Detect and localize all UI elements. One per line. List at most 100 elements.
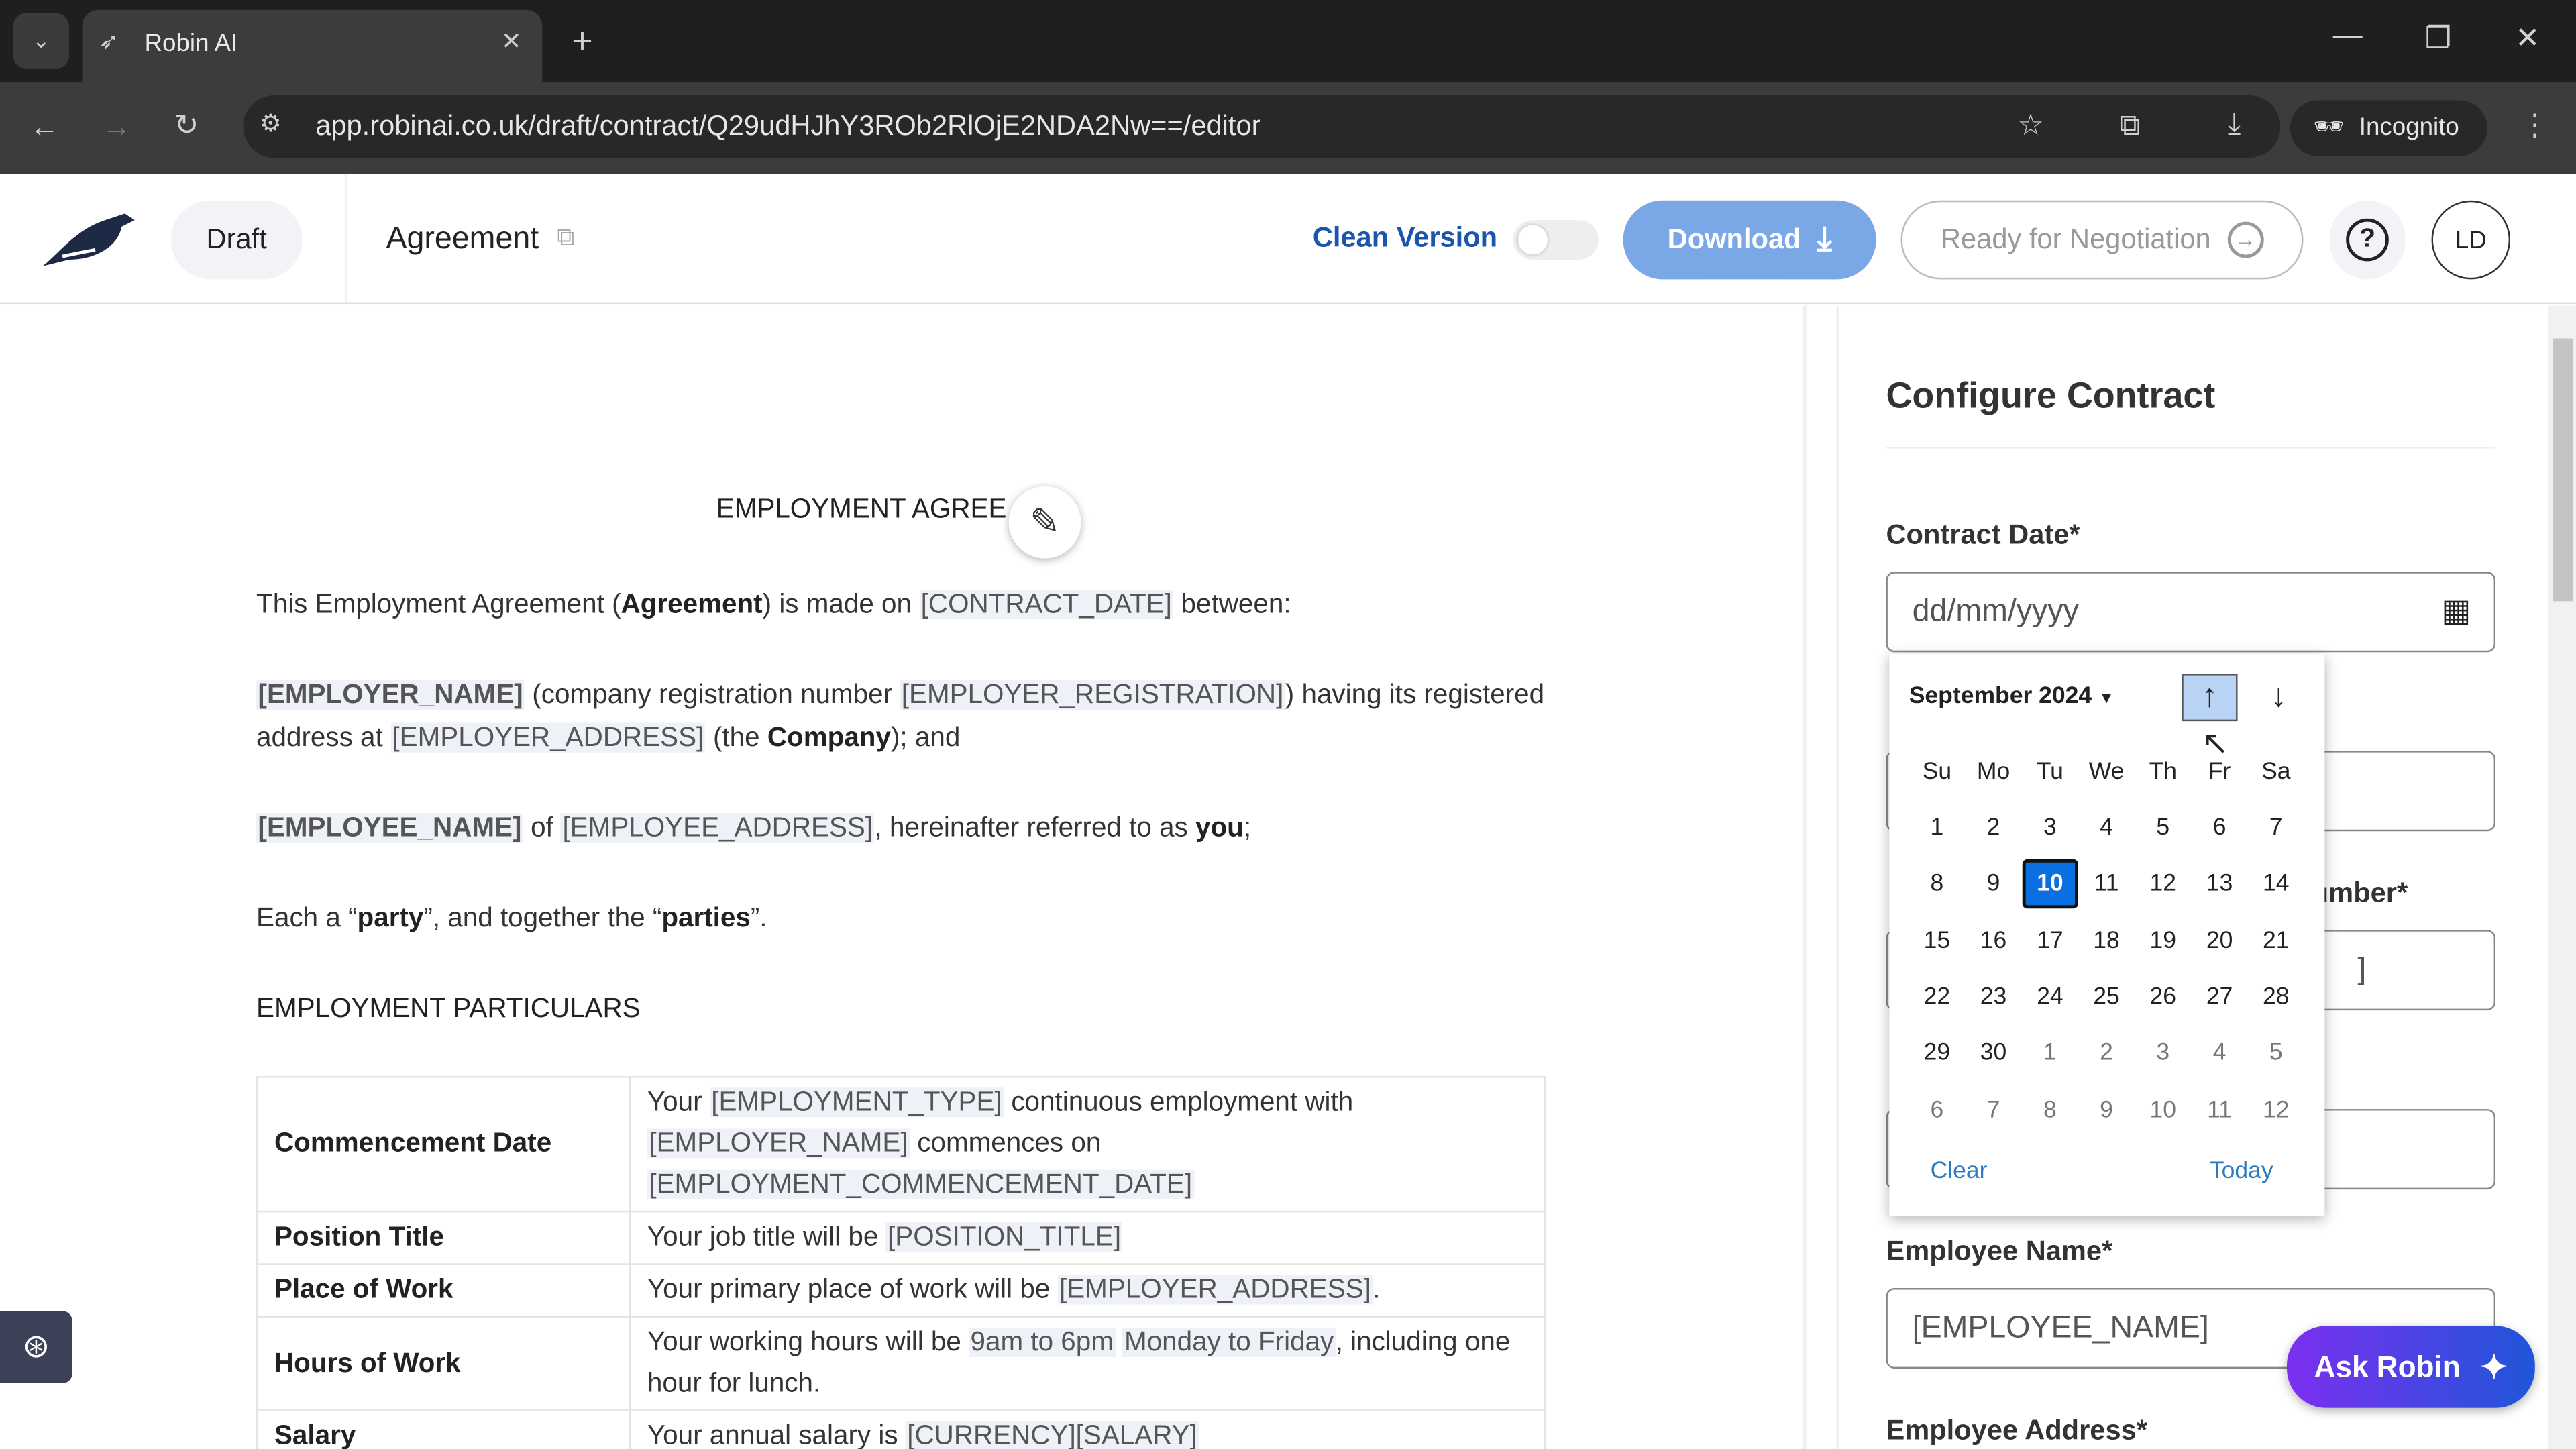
ask-robin-button[interactable]: Ask Robin ✦ xyxy=(2287,1326,2535,1408)
placeholder-token[interactable]: [EMPLOYER_ADDRESS] xyxy=(390,722,706,753)
edit-pencil-button[interactable]: ✎ xyxy=(1008,486,1081,559)
placeholder-token[interactable]: [EMPLOYEE_NAME] xyxy=(256,813,523,843)
close-tab-icon[interactable]: ✕ xyxy=(501,26,522,56)
calendar-day[interactable]: 4 xyxy=(2078,804,2134,853)
calendar-day[interactable]: 11 xyxy=(2192,1085,2247,1134)
site-settings-icon[interactable]: ⚙ xyxy=(260,112,282,137)
calendar-day[interactable]: 5 xyxy=(2135,804,2191,853)
calendar-day[interactable]: 20 xyxy=(2192,916,2247,965)
back-icon[interactable]: ← xyxy=(30,112,59,142)
calendar-day[interactable]: 23 xyxy=(1966,973,2021,1022)
calendar-day[interactable]: 24 xyxy=(2022,973,2078,1022)
calendar-day[interactable]: 1 xyxy=(2022,1029,2078,1078)
placeholder-token[interactable]: [EMPLOYMENT_COMMENCEMENT_DATE] xyxy=(647,1170,1194,1199)
calendar-day[interactable]: 12 xyxy=(2248,1085,2304,1134)
bookmark-star-icon[interactable]: ☆ xyxy=(2017,110,2044,140)
calendar-day[interactable]: 7 xyxy=(1966,1085,2021,1134)
document-paragraph: [EMPLOYEE_NAME] of [EMPLOYEE_ADDRESS], h… xyxy=(256,806,1554,849)
extensions-icon[interactable]: ⧉ xyxy=(2119,110,2140,140)
robin-logo-icon[interactable] xyxy=(40,210,138,269)
download-icon[interactable]: ⤓ xyxy=(2228,109,2241,138)
calendar-day[interactable]: 16 xyxy=(1966,916,2021,965)
next-month-button[interactable]: ↓ xyxy=(2251,674,2306,721)
calendar-day[interactable]: 5 xyxy=(2248,1029,2304,1078)
calendar-day[interactable]: 2 xyxy=(2078,1029,2134,1078)
placeholder-token[interactable]: [EMPLOYER_NAME] xyxy=(647,1128,910,1159)
calendar-day[interactable]: 29 xyxy=(1909,1029,1965,1078)
restore-icon[interactable]: ❐ xyxy=(2425,23,2452,52)
calendar-day[interactable]: 14 xyxy=(2248,860,2304,909)
panel-scrollbar[interactable] xyxy=(2548,305,2576,1449)
support-widget-button[interactable]: ⊛ xyxy=(0,1311,72,1384)
placeholder-token[interactable]: [EMPLOYER_REGISTRATION] xyxy=(900,680,1285,710)
reload-icon[interactable]: ↻ xyxy=(174,110,199,140)
placeholder-token[interactable]: [EMPLOYER_NAME] xyxy=(256,680,525,710)
incognito-button[interactable]: 🕶 Incognito xyxy=(2290,100,2487,156)
new-tab-icon[interactable]: + xyxy=(572,22,592,59)
calendar-day[interactable]: 3 xyxy=(2135,1029,2191,1078)
placeholder-token[interactable]: [EMPLOYEE_ADDRESS] xyxy=(561,813,875,843)
placeholder-token[interactable]: [POSITION_TITLE] xyxy=(885,1222,1123,1252)
browser-tab[interactable]: ➶ Robin AI ✕ xyxy=(82,9,543,83)
weekday-header: Mo xyxy=(1976,759,2010,786)
document-editor[interactable]: EMPLOYMENT AGREE ✎ This Employment Agree… xyxy=(0,305,1807,1449)
calendar-day[interactable]: 10 xyxy=(2135,1085,2191,1134)
text-segment: Your working hours will be xyxy=(647,1327,969,1357)
calendar-day[interactable]: 8 xyxy=(2022,1085,2078,1134)
download-button[interactable]: Download ⤓ xyxy=(1623,200,1876,280)
contract-date-input[interactable]: dd/mm/yyyy ▦ xyxy=(1886,572,2496,653)
calendar-day[interactable]: 19 xyxy=(2135,916,2191,965)
previous-month-button[interactable]: ↑ xyxy=(2182,674,2238,722)
calendar-day[interactable]: 25 xyxy=(2078,973,2134,1022)
today-button[interactable]: Today xyxy=(2210,1159,2273,1185)
month-year-selector[interactable]: September 2024 ▼ xyxy=(1909,684,2115,710)
calendar-day[interactable]: 18 xyxy=(2078,916,2134,965)
calendar-day[interactable]: 27 xyxy=(2192,973,2247,1022)
calendar-day[interactable]: 10 xyxy=(2022,859,2078,910)
calendar-day[interactable]: 22 xyxy=(1909,973,1965,1022)
calendar-day[interactable]: 9 xyxy=(1966,860,2021,909)
placeholder-token[interactable]: [CONTRACT_DATE] xyxy=(919,590,1174,620)
calendar-day[interactable]: 1 xyxy=(1909,804,1965,853)
calendar-day[interactable]: 26 xyxy=(2135,973,2191,1022)
calendar-day[interactable]: 6 xyxy=(1909,1085,1965,1134)
calendar-day[interactable]: 8 xyxy=(1909,860,1965,909)
clean-version-toggle[interactable] xyxy=(1513,220,1599,260)
placeholder-token[interactable]: Monday to Friday xyxy=(1122,1327,1336,1357)
text-segment: ”, and together the “ xyxy=(423,903,662,934)
clear-button[interactable]: Clear xyxy=(1931,1159,1988,1185)
draft-status-badge: Draft xyxy=(170,200,303,280)
calendar-day[interactable]: 28 xyxy=(2248,973,2304,1022)
document-scrollbar[interactable] xyxy=(1802,305,1807,1449)
calendar-day[interactable]: 9 xyxy=(2078,1085,2134,1134)
help-button[interactable]: ? xyxy=(2329,200,2406,280)
calendar-day[interactable]: 21 xyxy=(2248,916,2304,965)
calendar-day[interactable]: 12 xyxy=(2135,860,2191,909)
placeholder-token[interactable]: [EMPLOYMENT_TYPE] xyxy=(709,1087,1004,1118)
tab-search-icon[interactable]: ⌄ xyxy=(13,13,69,69)
contract-date-label: Contract Date* xyxy=(1886,519,2080,551)
placeholder-token[interactable]: [CURRENCY][SALARY] xyxy=(905,1421,1199,1449)
user-avatar[interactable]: LD xyxy=(2431,200,2511,280)
copy-icon[interactable]: ⧉ xyxy=(557,223,574,252)
calendar-icon[interactable]: ▦ xyxy=(2441,574,2471,651)
calendar-day[interactable]: 6 xyxy=(2192,804,2247,853)
calendar-day[interactable]: 2 xyxy=(1966,804,2021,853)
placeholder-token[interactable]: 9am to 6pm xyxy=(969,1327,1116,1357)
url-bar[interactable]: ⚙ app.robinai.co.uk/draft/contract/Q29ud… xyxy=(243,95,2281,158)
menu-kebab-icon[interactable]: ⋮ xyxy=(2520,110,2550,140)
calendar-day[interactable]: 3 xyxy=(2022,804,2078,853)
calendar-day[interactable]: 15 xyxy=(1909,916,1965,965)
calendar-day[interactable]: 30 xyxy=(1966,1029,2021,1078)
calendar-day[interactable]: 17 xyxy=(2022,916,2078,965)
forward-icon[interactable]: → xyxy=(102,112,131,142)
calendar-day[interactable]: 13 xyxy=(2192,860,2247,909)
ready-for-negotiation-button[interactable]: Ready for Negotiation → xyxy=(1900,200,2304,280)
placeholder-token[interactable]: [EMPLOYER_ADDRESS] xyxy=(1057,1275,1373,1305)
text-segment: of xyxy=(523,813,561,843)
calendar-day[interactable]: 4 xyxy=(2192,1029,2247,1078)
calendar-day[interactable]: 7 xyxy=(2248,804,2304,853)
minimize-icon[interactable]: — xyxy=(2333,19,2363,49)
close-window-icon[interactable]: ✕ xyxy=(2515,23,2540,52)
calendar-day[interactable]: 11 xyxy=(2078,860,2134,909)
